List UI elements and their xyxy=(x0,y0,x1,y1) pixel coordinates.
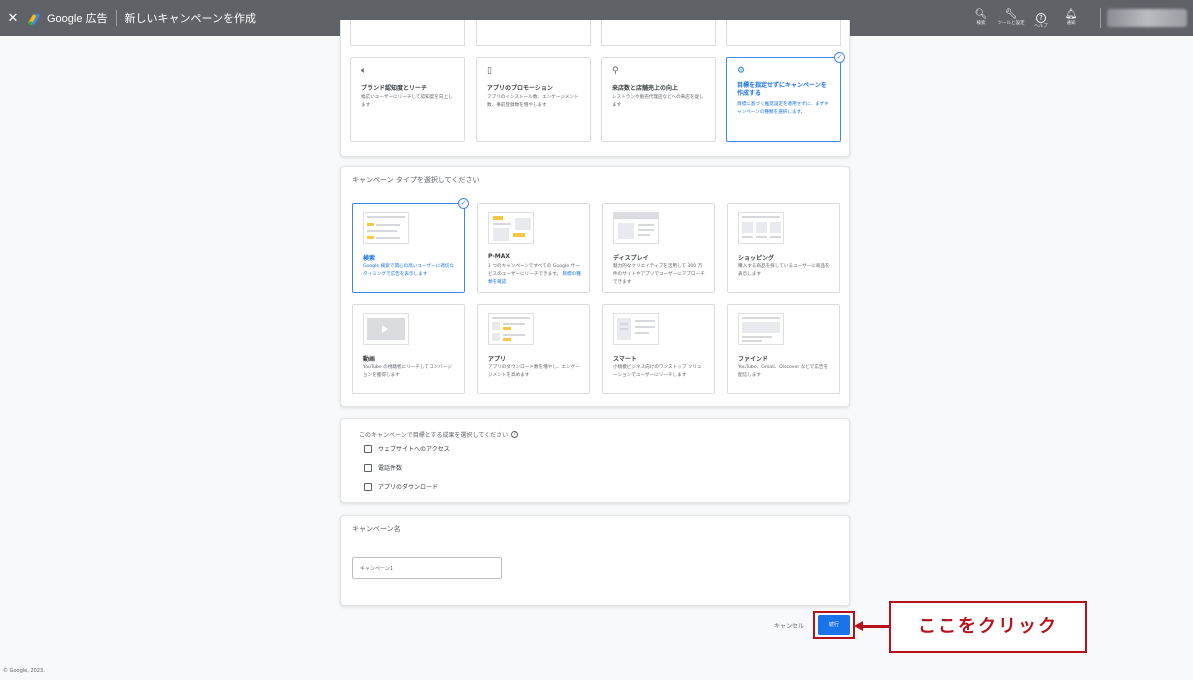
campaign-name-panel: キャンペーン名 xyxy=(340,515,850,606)
search-preview-icon xyxy=(363,212,409,244)
notifications-button[interactable]: 🔔︎ 通知 xyxy=(1056,8,1086,27)
campaign-type-smart[interactable]: スマート 小規模ビジネス向けのワンストップ ソリューションでユーザーにリーチしま… xyxy=(602,304,715,394)
display-preview-icon xyxy=(613,212,659,244)
campaign-type-display[interactable]: ディスプレイ 魅力的なクリエイティブを活用して 300 万件のサイトやアプリでユ… xyxy=(602,203,715,293)
google-ads-logo-icon xyxy=(28,11,42,26)
brand-name: Google 広告 xyxy=(47,13,108,25)
objective-card-store-visits[interactable]: ⚲ 来店数と店舗売上の向上 レストランや販売代理店などへの来店を促します xyxy=(601,57,716,142)
smart-preview-icon xyxy=(613,313,659,345)
selected-check-icon: ✓ xyxy=(834,52,845,63)
pmax-preview-icon xyxy=(488,212,534,244)
campaign-type-discovery[interactable]: ファインド YouTube、Gmail、Discover などで広告を配信します xyxy=(727,304,840,394)
tools-button[interactable]: 🔧︎ ツールと設定 xyxy=(996,8,1026,27)
objective-card-stub[interactable] xyxy=(726,20,841,46)
help-circle-icon[interactable]: ? xyxy=(511,431,519,438)
campaign-type-search[interactable]: ✓ 検索 Google 検索で関心の高いユーザーに適切なタイミングで広告を表示し… xyxy=(352,198,469,293)
search-icon: 🔍︎ xyxy=(974,8,988,20)
video-preview-icon xyxy=(363,313,409,345)
account-switcher[interactable] xyxy=(1107,9,1187,27)
campaign-type-app[interactable]: アプリ アプリのダウンロード数を増やし、エンゲージメントを高めます xyxy=(477,304,590,394)
help-button[interactable]: ? ヘルプ xyxy=(1026,7,1056,30)
copyright: © Google, 2023. xyxy=(3,668,45,674)
search-button[interactable]: 🔍︎ 検索 xyxy=(966,8,996,27)
help-circle-icon: ? xyxy=(1036,12,1046,23)
objectives-panel: 🔈︎ ブランド認知度とリーチ 幅広いユーザーにリーチして認知度を向上します ▯ … xyxy=(340,20,850,157)
page-title: 新しいキャンペーンを作成 xyxy=(124,13,256,25)
gear-icon: ⚙ xyxy=(737,66,746,76)
location-pin-icon: ⚲ xyxy=(612,66,619,76)
click-here-callout: ここをクリック xyxy=(889,601,1087,653)
shopping-preview-icon xyxy=(738,212,784,244)
campaign-type-video[interactable]: 動画 YouTube の視聴者にリーチしてコンバージョンを獲得します xyxy=(352,304,465,394)
objective-card-no-goal[interactable]: ✓ ⚙ 目標を指定せずにキャンペーンを作成する 目標に基づく推奨設定を適用せずに… xyxy=(726,52,845,142)
goal-option-website[interactable]: ウェブサイトへのアクセス xyxy=(364,444,450,453)
objective-card-stub[interactable] xyxy=(476,20,591,46)
goals-panel: このキャンペーンで目標とする成果を選択してください ? ウェブサイトへのアクセス… xyxy=(340,418,850,503)
top-bar-actions: 🔍︎ 検索 🔧︎ ツールと設定 ? ヘルプ 🔔︎ 通知 xyxy=(966,0,1193,36)
cancel-button[interactable]: キャンセル xyxy=(774,621,804,630)
campaign-type-panel: キャンペーン タイプを選択してください ✓ 検索 Google 検索で関心の高い… xyxy=(340,166,850,407)
close-icon[interactable]: ✕ xyxy=(2,11,24,26)
checkbox[interactable] xyxy=(364,444,372,453)
bell-icon: 🔔︎ xyxy=(1064,8,1078,20)
arrow-shaft xyxy=(861,625,890,628)
selected-check-icon: ✓ xyxy=(458,198,469,209)
objective-card-stub[interactable] xyxy=(601,20,716,46)
account-divider xyxy=(1100,8,1101,28)
campaign-name-input[interactable] xyxy=(352,557,502,579)
campaign-type-shopping[interactable]: ショッピング 購入する商品を探しているユーザーに商品を表示します xyxy=(727,203,840,293)
goal-option-app-downloads[interactable]: アプリのダウンロード xyxy=(364,482,438,491)
wrench-icon: 🔧︎ xyxy=(1004,8,1018,20)
phone-icon: ▯ xyxy=(487,66,492,76)
section-heading: キャンペーン タイプを選択してください xyxy=(352,176,480,184)
objective-card-stub[interactable] xyxy=(350,20,465,46)
objective-card-awareness[interactable]: 🔈︎ ブランド認知度とリーチ 幅広いユーザーにリーチして認知度を向上します xyxy=(350,57,465,142)
checkbox[interactable] xyxy=(364,482,372,491)
goal-option-calls[interactable]: 電話件数 xyxy=(364,463,402,472)
campaign-type-pmax[interactable]: P-MAX 1 つのキャンペーンですべての Google サービスのユーザーにリ… xyxy=(477,203,590,293)
goals-heading: このキャンペーンで目標とする成果を選択してください ? xyxy=(359,430,519,439)
checkbox[interactable] xyxy=(364,463,372,472)
objective-card-app-promotion[interactable]: ▯ アプリのプロモーション アプリのインストール数、エンゲージメント数、事前登録… xyxy=(476,57,591,142)
highlight-frame xyxy=(813,611,855,639)
app-preview-icon xyxy=(488,313,534,345)
discovery-preview-icon xyxy=(738,313,784,345)
title-divider xyxy=(115,10,117,26)
section-heading: キャンペーン名 xyxy=(352,525,401,533)
speaker-icon: 🔈︎ xyxy=(361,66,367,76)
